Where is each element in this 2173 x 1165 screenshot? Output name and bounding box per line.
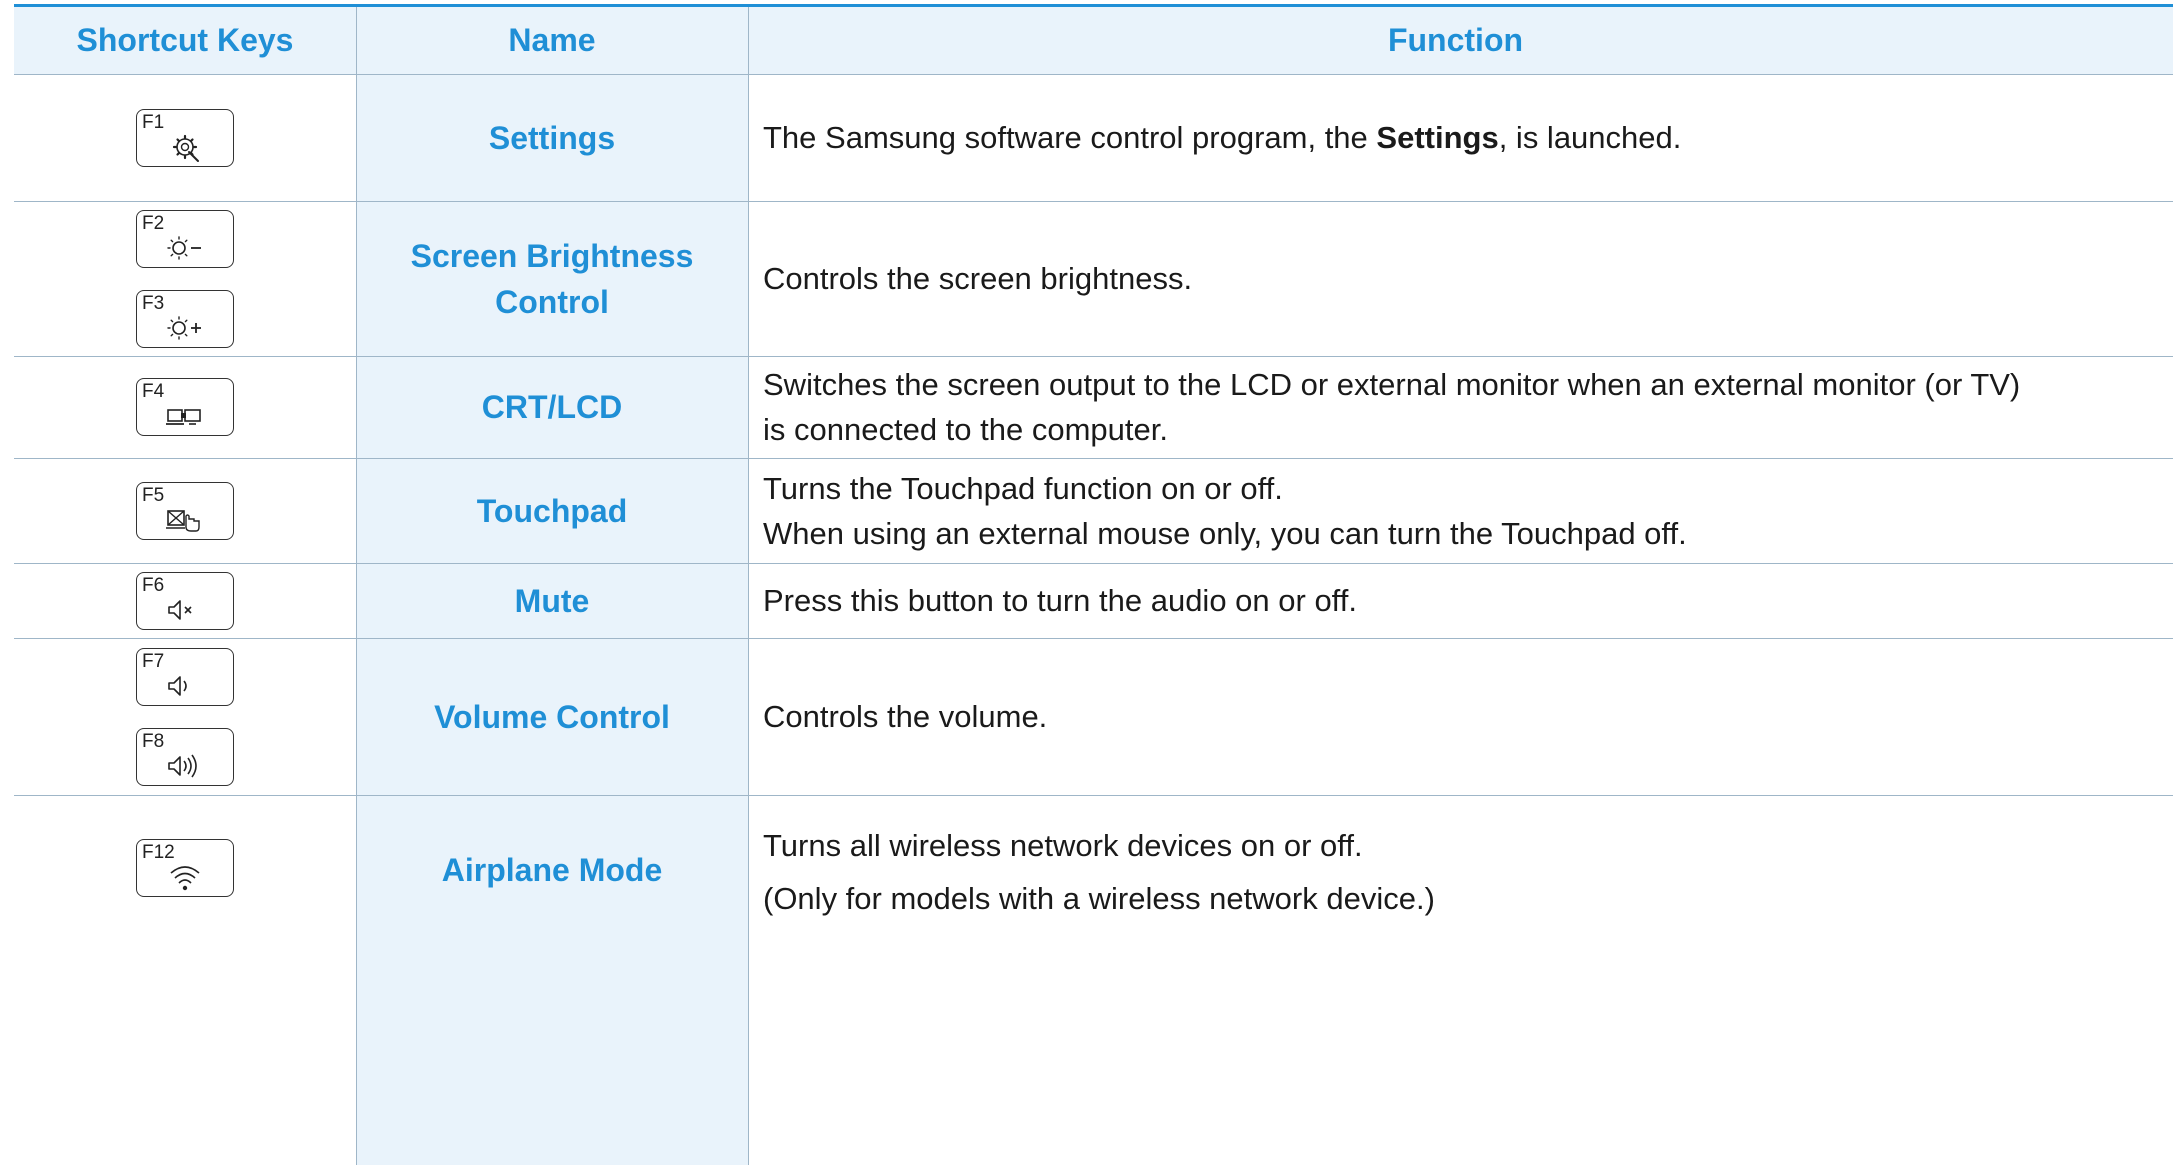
touchpad-icon <box>166 509 200 532</box>
key-label: F6 <box>142 574 165 596</box>
f2-key: F2 <box>136 209 234 268</box>
table-row-volume: F7 F8 Volume Control Controls the volume… <box>14 638 2173 795</box>
description-line: is connected to the computer. <box>763 412 1168 447</box>
description-text: The Samsung software control program, th… <box>763 120 1377 155</box>
keys-cell: F1 <box>14 74 356 201</box>
function-description: Turns the Touchpad function on or off. W… <box>748 458 2163 563</box>
f6-key: F6 <box>136 571 234 630</box>
f1-key: F1 <box>136 108 234 167</box>
function-name: Mute <box>514 582 590 619</box>
key-label: F5 <box>142 484 165 506</box>
shortcut-keys-table: Shortcut Keys Name Function F1 Settings … <box>14 4 2173 1165</box>
description-line: Controls the volume. <box>763 699 1048 734</box>
row-divider <box>14 795 2173 796</box>
table-row-airplane-mode: F12 Airplane Mode Turns all wireless net… <box>14 795 2173 1165</box>
key-label: F1 <box>142 111 165 133</box>
function-description: Turns all wireless network devices on or… <box>748 795 2163 1165</box>
f3-key: F3 <box>136 289 234 348</box>
keys-cell: F5 <box>14 458 356 563</box>
column-divider <box>356 7 357 1165</box>
description-text: , is launched. <box>1498 120 1682 155</box>
function-description: The Samsung software control program, th… <box>748 74 2163 201</box>
display-switch-icon <box>166 409 201 425</box>
volume-down-icon <box>168 675 187 696</box>
row-divider <box>14 458 2173 459</box>
column-divider <box>748 7 749 1165</box>
function-description: Press this button to turn the audio on o… <box>748 563 2163 638</box>
description-line: Press this button to turn the audio on o… <box>763 583 1357 618</box>
description-bold-text: Settings <box>1376 120 1499 155</box>
row-divider <box>14 201 2173 202</box>
f7-key: F7 <box>136 647 234 706</box>
key-label: F7 <box>142 650 165 672</box>
table-row-crt-lcd: F4 CRT/LCD Switches the screen output to… <box>14 356 2173 458</box>
f5-key: F5 <box>136 481 234 540</box>
description-line: Turns the Touchpad function on or off. <box>763 470 1283 506</box>
settings-gear-icon <box>172 134 199 162</box>
brightness-down-icon <box>167 235 201 260</box>
description-line: Switches the screen output to the LCD or… <box>763 367 2021 402</box>
description-line: The Samsung software control program, th… <box>763 115 2163 160</box>
row-divider <box>14 74 2173 75</box>
description-line: When using an external mouse only, you c… <box>763 515 1687 551</box>
row-divider <box>14 563 2173 564</box>
table-header-row: Shortcut Keys Name Function <box>14 7 2173 74</box>
table-row-mute: F6 Mute Press this button to turn the au… <box>14 563 2173 638</box>
function-name: CRT/LCD <box>481 389 623 425</box>
key-label: F8 <box>142 730 165 752</box>
function-name: Volume Control <box>434 698 670 735</box>
volume-up-icon <box>168 754 197 777</box>
f12-key: F12 <box>136 839 234 897</box>
function-description: Controls the screen brightness. <box>748 201 2163 356</box>
f8-key: F8 <box>136 727 234 786</box>
table-row-brightness: F2 F3 Screen Brightness Control Controls… <box>14 201 2173 356</box>
row-divider <box>14 638 2173 639</box>
header-shortcut-keys: Shortcut Keys <box>76 22 294 58</box>
description-line: Controls the screen brightness. <box>763 261 1193 296</box>
header-function: Function <box>1387 22 1524 58</box>
key-label: F3 <box>142 292 165 314</box>
row-divider <box>14 356 2173 357</box>
brightness-up-icon <box>167 315 201 340</box>
description-line: (Only for models with a wireless network… <box>763 881 1435 916</box>
keys-cell: F2 F3 <box>14 201 356 356</box>
function-name: Airplane Mode <box>441 852 663 888</box>
key-label: F4 <box>142 381 165 402</box>
function-description: Switches the screen output to the LCD or… <box>748 356 2163 458</box>
description-line: Turns all wireless network devices on or… <box>763 828 1363 863</box>
wireless-icon <box>170 866 200 891</box>
f4-key: F4 <box>136 378 234 436</box>
key-label: F2 <box>142 212 165 234</box>
keys-cell: F6 <box>14 563 356 638</box>
keys-cell: F4 <box>14 356 356 458</box>
table-row-settings: F1 Settings The Samsung software control… <box>14 74 2173 201</box>
function-description: Controls the volume. <box>748 638 2163 795</box>
table-row-touchpad: F5 Touchpad Turns the Touchpad function … <box>14 458 2173 563</box>
function-name: Touchpad <box>476 492 628 529</box>
keys-cell: F7 F8 <box>14 638 356 795</box>
function-name: Settings <box>488 119 616 156</box>
function-name: Screen Brightness Control <box>410 237 694 320</box>
keys-cell: F12 <box>14 795 356 1165</box>
header-name: Name <box>508 22 596 58</box>
mute-icon <box>168 599 192 620</box>
